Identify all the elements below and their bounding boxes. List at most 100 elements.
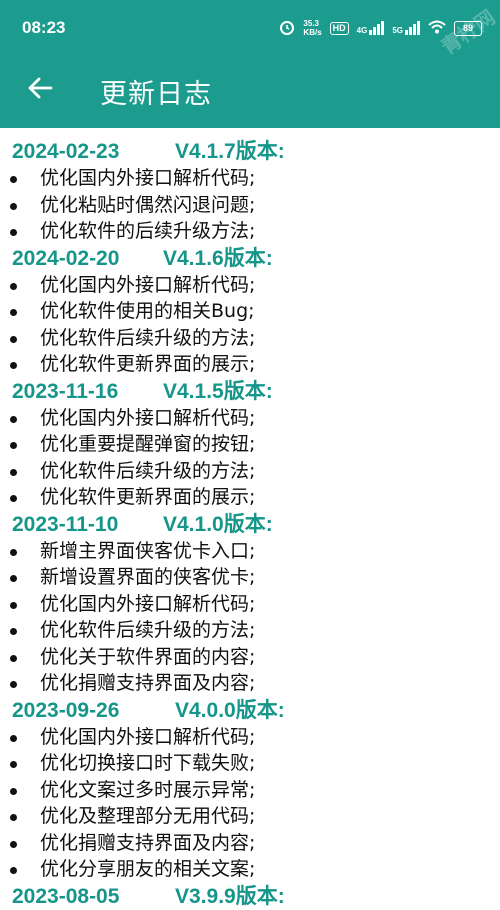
version-date: 2023-11-10 <box>12 512 119 536</box>
bullet-icon <box>10 495 17 502</box>
change-item: 优化软件更新界面的展示; <box>0 484 500 511</box>
change-text: 优化国内外接口解析代码; <box>40 725 256 748</box>
bullet-icon <box>10 601 17 609</box>
bullet-icon <box>10 362 17 369</box>
bullet-icon <box>10 548 17 556</box>
change-item: 优化软件更新界面的展示; <box>0 351 500 378</box>
bullet-icon <box>10 654 17 662</box>
change-item: 优化国内外接口解析代码; <box>0 405 500 432</box>
bullet-icon <box>10 335 17 343</box>
signal-5g: 5G <box>392 21 420 35</box>
changelog-list: 2024-02-23 V4.1.7版本: 优化国内外接口解析代码; 优化粘贴时偶然闪退… <box>0 138 500 910</box>
version-header: 2023-08-05 V3.9.9版本: <box>0 883 500 910</box>
version-number: V4.1.7版本: <box>175 140 285 163</box>
change-item: 优化国内外接口解析代码; <box>0 591 500 618</box>
change-item: 优化分享朋友的相关文案; <box>0 856 500 883</box>
change-text: 优化软件更新界面的展示; <box>40 486 256 508</box>
version-header: 2023-11-10 V4.1.0版本: <box>0 511 500 538</box>
version-number: V3.9.9版本: <box>175 884 285 908</box>
change-item: 优化捐赠支持界面及内容; <box>0 830 500 857</box>
signal-bars-icon <box>405 21 420 35</box>
signal-5g-label: 5G <box>392 26 403 35</box>
change-item: 优化软件后续升级的方法; <box>0 325 500 352</box>
signal-4g-label: 4G <box>356 26 368 35</box>
change-text: 优化国内外接口解析代码; <box>40 406 256 429</box>
bullet-icon <box>10 628 17 635</box>
version-date: 2023-11-16 <box>12 379 119 403</box>
bullet-icon <box>10 867 17 874</box>
change-item: 优化软件后续升级的方法; <box>0 458 500 485</box>
bullet-icon <box>10 814 17 821</box>
change-item: 优化切换接口时下载失败; <box>0 750 500 777</box>
change-text: 优化国内外接口解析代码; <box>40 592 256 615</box>
signal-4g: 4G <box>357 21 385 35</box>
change-item: 优化粘贴时偶然闪退问题; <box>0 192 500 219</box>
net-speed-unit: KB/s <box>303 28 322 37</box>
version-header: 2024-02-23 V4.1.7版本: <box>0 138 500 165</box>
back-button[interactable] <box>20 70 60 110</box>
bullet-icon <box>10 415 17 423</box>
change-text: 优化重要提醒弹窗的按钮; <box>40 433 256 455</box>
page-title: 更新日志 <box>100 79 212 110</box>
bullet-icon <box>10 202 17 210</box>
change-text: 优化及整理部分无用代码; <box>40 805 256 827</box>
change-text: 优化软件使用的相关Bug; <box>40 300 255 322</box>
bullet-icon <box>10 282 17 290</box>
alarm-icon <box>279 19 295 38</box>
change-text: 优化捐赠支持界面及内容; <box>40 672 256 694</box>
version-block: 2023-08-05 V3.9.9版本: <box>0 883 500 910</box>
version-number: V4.1.0版本: <box>163 512 273 536</box>
change-text: 优化国内外接口解析代码; <box>40 273 256 296</box>
version-date: 2024-02-20 <box>12 246 120 270</box>
app-bar: 08:23 35.3 KB/s HD 4G 5G 89 青柠网 更新日志 <box>0 0 500 128</box>
change-text: 优化粘贴时偶然闪退问题; <box>40 193 256 216</box>
bullet-icon <box>10 176 17 183</box>
change-text: 优化分享朋友的相关文案; <box>40 858 256 880</box>
bullet-icon <box>10 787 17 795</box>
change-text: 新增主界面侠客优卡入口; <box>40 539 256 562</box>
signal-bars-icon <box>369 21 385 35</box>
change-text: 优化软件的后续升级方法; <box>40 220 256 242</box>
bullet-icon <box>10 734 17 742</box>
bullet-icon <box>10 840 17 848</box>
version-block: 2024-02-23 V4.1.7版本: 优化国内外接口解析代码; 优化粘贴时偶然闪退… <box>0 138 500 245</box>
change-item: 优化及整理部分无用代码; <box>0 803 500 830</box>
version-date: 2023-09-26 <box>12 698 120 722</box>
bullet-icon <box>10 309 17 316</box>
version-header: 2023-09-26 V4.0.0版本: <box>0 697 500 724</box>
version-header: 2024-02-20 V4.1.6版本: <box>0 245 500 272</box>
change-text: 新增设置界面的侠客优卡; <box>40 566 256 588</box>
change-text: 优化软件后续升级的方法; <box>40 459 256 482</box>
change-item: 优化捐赠支持界面及内容; <box>0 670 500 697</box>
net-speed: 35.3 KB/s <box>303 19 321 37</box>
version-block: 2023-11-16 V4.1.5版本: 优化国内外接口解析代码; 优化重要提醒弹窗的… <box>0 378 500 511</box>
change-text: 优化文案过多时展示异常; <box>40 778 256 801</box>
status-bar: 08:23 35.3 KB/s HD 4G 5G 89 <box>0 0 500 58</box>
change-item: 优化文案过多时展示异常; <box>0 777 500 804</box>
change-text: 优化软件后续升级的方法; <box>40 619 256 641</box>
change-item: 优化软件的后续升级方法; <box>0 218 500 245</box>
change-item: 优化国内外接口解析代码; <box>0 724 500 751</box>
version-number: V4.1.5版本: <box>163 379 273 403</box>
bullet-icon <box>10 229 17 236</box>
change-text: 优化软件更新界面的展示; <box>40 353 256 375</box>
version-block: 2023-09-26 V4.0.0版本: 优化国内外接口解析代码; 优化切换接口时下载… <box>0 697 500 883</box>
bullet-icon <box>10 681 17 688</box>
bullet-icon <box>10 761 17 768</box>
change-item: 新增主界面侠客优卡入口; <box>0 538 500 565</box>
version-number: V4.0.0版本: <box>175 698 285 722</box>
status-time: 08:23 <box>22 18 66 37</box>
net-speed-value: 35.3 <box>303 19 319 28</box>
change-item: 优化软件后续升级的方法; <box>0 617 500 644</box>
change-item: 新增设置界面的侠客优卡; <box>0 564 500 591</box>
change-item: 优化软件使用的相关Bug; <box>0 298 500 325</box>
change-item: 优化关于软件界面的内容; <box>0 644 500 671</box>
change-text: 优化关于软件界面的内容; <box>40 645 256 668</box>
version-block: 2024-02-20 V4.1.6版本: 优化国内外接口解析代码; 优化软件使用的相关… <box>0 245 500 378</box>
arrow-left-icon <box>27 77 53 103</box>
version-header: 2023-11-16 V4.1.5版本: <box>0 378 500 405</box>
version-date: 2023-08-05 <box>12 884 120 908</box>
change-item: 优化重要提醒弹窗的按钮; <box>0 431 500 458</box>
change-item: 优化国内外接口解析代码; <box>0 272 500 299</box>
bullet-icon <box>10 575 17 582</box>
